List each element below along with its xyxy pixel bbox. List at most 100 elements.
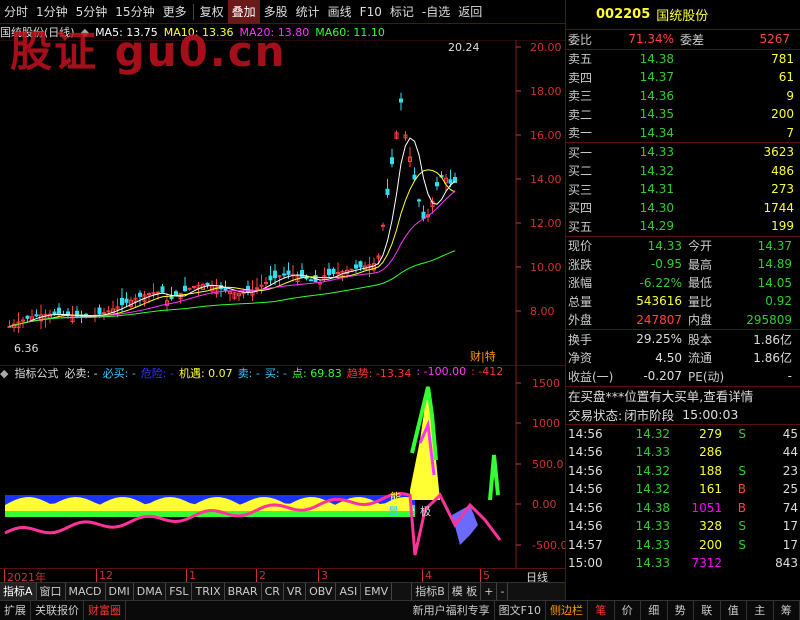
candle-body xyxy=(327,268,331,276)
indicator-tab[interactable]: DMI xyxy=(106,583,134,600)
indicator-tab[interactable]: EMV xyxy=(361,583,393,600)
stat-row: 净资 4.50 流通 1.86亿 xyxy=(568,350,792,366)
side-tab[interactable]: 价 xyxy=(615,601,641,620)
sell-level-row: 卖二 14.35 200 xyxy=(568,107,794,122)
candle-body xyxy=(448,179,453,184)
bottom-left-item[interactable]: 关联报价 xyxy=(31,601,84,620)
candle-body xyxy=(120,297,124,306)
indicator-tab[interactable]: BRAR xyxy=(225,583,262,600)
time-axis-label: 12 xyxy=(96,569,113,582)
toolbar-item[interactable]: 返回 xyxy=(454,0,486,24)
indicator-tab[interactable]: 窗口 xyxy=(37,583,66,600)
low-price-label: 6.36 xyxy=(14,342,39,355)
indicator-label-c: 极 xyxy=(420,504,431,518)
indicator-tab[interactable]: TRIX xyxy=(192,583,225,600)
indicator-tab[interactable]: 指标B xyxy=(412,583,449,600)
candle-body xyxy=(259,284,264,287)
candle-body xyxy=(417,199,421,202)
sell-level-row: 卖四 14.37 61 xyxy=(568,70,794,85)
indicator-tab[interactable]: CR xyxy=(262,583,284,600)
candle-body xyxy=(34,314,39,317)
toolbar-item[interactable]: 标记 xyxy=(386,0,418,24)
stock-name: 国统股份 xyxy=(656,9,709,24)
indicator-tab[interactable]: 模 板 xyxy=(449,583,482,600)
buy-level-row: 买四 14.30 1744 xyxy=(568,200,794,216)
bottom-left-item[interactable]: 财富圈 xyxy=(84,601,126,620)
stat-row: 涨幅 -6.22% 最低 14.05 xyxy=(568,275,792,291)
indicator-tab[interactable]: 指标A xyxy=(0,583,37,600)
indicator-chart[interactable]: 1500 1000 500.0 0.00 -500.0 能量 极 xyxy=(0,365,565,568)
ma-label: MA60: 11.10 xyxy=(315,25,385,39)
bottom-mid-item[interactable]: 新用户福利专享 xyxy=(409,601,495,620)
side-tab[interactable]: 值 xyxy=(721,601,747,620)
indicator-label-b: 量 xyxy=(388,505,399,518)
candle-body xyxy=(255,287,259,290)
candle-body xyxy=(385,188,390,195)
candle-body xyxy=(309,279,313,282)
candle-body xyxy=(124,298,129,303)
indicator-tick-label: 1500 xyxy=(532,377,560,390)
toolbar-item[interactable]: 统计 xyxy=(292,0,324,24)
candle-body xyxy=(183,285,187,292)
tick-row: 14:56 14.33 286 44 xyxy=(568,445,798,460)
candle-body xyxy=(421,211,426,219)
indicator-tick-label: 500.0 xyxy=(532,458,564,471)
side-tab[interactable]: 细 xyxy=(641,601,668,620)
indicator-tab[interactable]: + xyxy=(481,583,498,600)
price-tick-label: 10.00 xyxy=(530,261,562,274)
indicator-tab[interactable] xyxy=(392,583,413,600)
buy-level-row: 买五 14.29 199 xyxy=(568,219,794,234)
candle-body xyxy=(192,285,196,288)
bottom-mid-item[interactable]: 图文F10 xyxy=(495,601,546,620)
tick-row: 14:57 14.33 200 S 17 xyxy=(568,537,798,552)
price-tick-label: 8.00 xyxy=(530,305,555,318)
toolbar-item[interactable]: -自选 xyxy=(418,0,454,24)
stat-row: 总量 543616 量比 0.92 xyxy=(568,294,792,309)
indicator-tab[interactable]: OBV xyxy=(306,583,337,600)
price-tick-label: 14.00 xyxy=(530,173,562,186)
indicator-tabs: 指标A 窗口 MACD DMI DMA FSL TRIX BRAR CR VR OBV ASI EMV 指… xyxy=(0,582,565,600)
trade-status: 交易状态: 闭市阶段 15:00:03 xyxy=(568,406,739,423)
weibi-row: 委比 71.34% 委差 5267 xyxy=(568,32,790,47)
price-tick-label: 12.00 xyxy=(530,217,562,230)
side-tab[interactable]: 筹 xyxy=(774,601,800,620)
side-tab[interactable]: 笔 xyxy=(588,601,615,620)
indicator-tab[interactable]: FSL xyxy=(166,583,193,600)
bottom-bar: 扩展 关联报价 财富圈 新用户福利专享 图文F10 侧边栏笔价细势联值主筹 xyxy=(0,600,800,620)
bottom-left-item[interactable]: 扩展 xyxy=(0,601,31,620)
indicator-tab[interactable]: ASI xyxy=(336,583,362,600)
indicator-tab[interactable]: - xyxy=(497,583,509,600)
tick-row: 14:56 14.32 161 B 25 xyxy=(568,482,798,497)
candle-body xyxy=(241,292,246,295)
side-tab[interactable]: 势 xyxy=(668,601,694,620)
candle-body xyxy=(151,292,156,295)
price-tick-label: 20.00 xyxy=(530,41,562,54)
indicator-tab[interactable]: MACD xyxy=(66,583,106,600)
bottom-mid-item[interactable]: 侧边栏 xyxy=(546,601,588,620)
toolbar-item[interactable]: 画线 xyxy=(324,0,356,24)
tick-row: 14:56 14.33 328 S 17 xyxy=(568,519,798,534)
toolbar-item[interactable]: F10 xyxy=(356,0,386,24)
price-tick-label: 18.00 xyxy=(530,85,562,98)
big-order-notice[interactable]: 在买盘***位置有大买单,查看详情 xyxy=(566,387,800,406)
stock-code: 002205 xyxy=(596,7,651,22)
side-tab[interactable]: 联 xyxy=(694,601,721,620)
side-tab[interactable]: 主 xyxy=(747,601,774,620)
ma-line xyxy=(9,137,456,327)
candle-body xyxy=(277,275,282,278)
candlestick-chart[interactable]: 20.00 18.00 16.00 14.00 12.00 10.00 8.00 20.24 6… xyxy=(0,40,565,365)
candle-body xyxy=(282,273,286,276)
candle-body xyxy=(187,287,192,290)
indicator-tab[interactable]: VR xyxy=(284,583,307,600)
candle-body xyxy=(381,224,385,227)
green-spike-line-2 xyxy=(488,454,500,501)
candle-body xyxy=(57,307,61,316)
indicator-label-a: 能 xyxy=(390,490,401,504)
indicator-tab[interactable]: DMA xyxy=(134,583,167,600)
high-price-label: 20.24 xyxy=(448,41,480,54)
candle-body xyxy=(169,295,174,300)
finance-badge[interactable]: 财|特 xyxy=(470,349,496,363)
sell-level-row: 卖三 14.36 9 xyxy=(568,88,794,104)
candle-body xyxy=(399,98,403,103)
sell-level-row: 卖五 14.38 781 xyxy=(568,51,794,67)
